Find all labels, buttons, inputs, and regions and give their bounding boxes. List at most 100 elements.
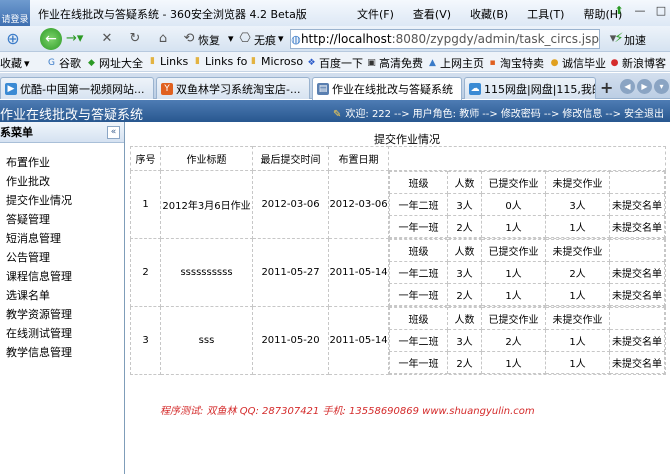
class-subtable: 班级 人数 已提交作业 未提交作业 一年二班 3人 2人 1人 未提交名单 一年… — [389, 307, 665, 374]
sub-header-action — [609, 307, 665, 330]
subtable-header-row: 班级 人数 已提交作业 未提交作业 — [389, 307, 665, 330]
paw-icon: ❖ — [307, 57, 316, 68]
bookmark-hao123[interactable]: ◆ 网址大全 — [86, 55, 143, 71]
browser-titlebar: 请登录 作业在线批改与答疑系统 - 360安全浏览器 4.2 Beta版 文件(… — [0, 0, 670, 26]
cloud-icon: ☁ — [469, 82, 481, 95]
tab-homework-system[interactable]: ▤ 作业在线批改与答疑系统 — [312, 77, 462, 100]
sidebar-item-teaching-info[interactable]: 教学信息管理 — [6, 344, 72, 360]
tab-label: 优酷-中国第一视频网站... — [20, 82, 145, 96]
bookmark-microsoft[interactable]: ▮ Microso — [248, 55, 303, 68]
tab-115-disk[interactable]: ☁ 115网盘|网盘|115,我的... — [464, 77, 596, 99]
sidebar-item-assign-homework[interactable]: 布置作业 — [6, 154, 50, 170]
cell-class-detail: 班级 人数 已提交作业 未提交作业 一年二班 3人 0人 3人 未提交名单 一年… — [388, 170, 666, 239]
cell-last-submit: 2011-05-27 — [252, 238, 329, 307]
sidebar-item-courses[interactable]: 课程信息管理 — [6, 268, 72, 284]
unsubmitted-list-link[interactable]: 未提交名单 — [609, 215, 665, 238]
welcome-text: 欢迎: 222 — [345, 109, 392, 120]
subtable-header-row: 班级 人数 已提交作业 未提交作业 — [389, 239, 665, 262]
tab-list-icon[interactable]: ▾ — [654, 79, 669, 94]
sidebar-item-submission-status[interactable]: 提交作业情况 — [6, 192, 72, 208]
new-tab-button[interactable]: + — [600, 78, 613, 97]
home-icon[interactable]: ⌂ — [154, 30, 172, 48]
back-arrow-icon: ← — [45, 31, 57, 47]
change-info-link[interactable]: 修改信息 — [562, 109, 602, 120]
sidebar-item-messages[interactable]: 短消息管理 — [6, 230, 61, 246]
accelerate-button[interactable]: 加速 — [624, 32, 646, 48]
bookmark-favorites[interactable]: 收藏 ▾ — [0, 55, 30, 71]
change-password-link[interactable]: 修改密码 — [501, 109, 541, 120]
class-submitted: 0人 — [481, 193, 546, 216]
unsubmitted-list-link[interactable]: 未提交名单 — [609, 261, 665, 284]
sidebar-item-announcements[interactable]: 公告管理 — [6, 249, 50, 265]
cell-no: 1 — [130, 170, 161, 239]
tab-youku[interactable]: ▶ 优酷-中国第一视频网站... — [0, 77, 154, 99]
tab-shuangyulin-shop[interactable]: Y 双鱼林学习系统淘宝店-... — [156, 77, 310, 99]
incognito-button[interactable]: 无痕 — [254, 32, 276, 48]
menu-view[interactable]: 查看(V) — [413, 6, 451, 22]
sidebar-item-enrollment-list[interactable]: 选课名单 — [6, 287, 50, 303]
folder-icon: ▮ — [150, 56, 155, 66]
role-text: 用户角色: 教师 — [412, 109, 480, 120]
tab-scroll-left-icon[interactable]: ◀ — [620, 79, 635, 94]
back-button[interactable]: ← — [40, 28, 62, 50]
class-count: 2人 — [447, 351, 482, 374]
collapse-icon[interactable]: « — [107, 126, 120, 139]
footer-credits: 程序测试: 双鱼林 QQ: 287307421 手机: 13558690869 … — [160, 406, 535, 417]
bookmark-baidu[interactable]: ❖ 百度一下 — [306, 55, 363, 71]
bookmark-homepage[interactable]: ▲ 上网主页 — [427, 55, 484, 71]
class-unsubmitted: 1人 — [545, 283, 610, 306]
bookmark-links[interactable]: ▮ Links — [147, 55, 188, 68]
class-name: 一年二班 — [389, 193, 448, 216]
sub-header-submitted: 已提交作业 — [481, 239, 546, 262]
cell-title: sss — [160, 306, 253, 375]
sidebar-item-grade-homework[interactable]: 作业批改 — [6, 173, 50, 189]
maximize-icon[interactable]: □ — [652, 3, 670, 19]
user-avatar[interactable]: 请登录 — [0, 0, 30, 26]
bookmark-google[interactable]: G 谷歌 — [46, 55, 81, 71]
google-icon: G — [48, 57, 55, 68]
menu-file[interactable]: 文件(F) — [357, 6, 394, 22]
sidebar-item-qa-management[interactable]: 答疑管理 — [6, 211, 50, 227]
table-header-row: 序号 作业标题 最后提交时间 布置日期 — [130, 146, 666, 171]
bookmark-links-for[interactable]: ▮ Links fo — [192, 55, 247, 68]
cell-class-detail: 班级 人数 已提交作业 未提交作业 一年二班 3人 2人 1人 未提交名单 一年… — [388, 306, 666, 375]
sub-header-action — [609, 239, 665, 262]
class-subtable: 班级 人数 已提交作业 未提交作业 一年二班 3人 0人 3人 未提交名单 一年… — [389, 171, 665, 238]
cell-last-submit: 2011-05-20 — [252, 306, 329, 375]
logout-link[interactable]: 安全退出 — [624, 109, 664, 120]
unsubmitted-list-link[interactable]: 未提交名单 — [609, 193, 665, 216]
sidebar-item-resources[interactable]: 教学资源管理 — [6, 306, 72, 322]
sidebar-item-online-tests[interactable]: 在线测试管理 — [6, 325, 72, 341]
bookmark-hd[interactable]: ▣ 高清免费 — [366, 55, 423, 71]
stop-icon[interactable]: ✕ — [98, 30, 116, 48]
class-row: 一年二班 3人 0人 3人 未提交名单 — [389, 193, 665, 216]
sidebar-menu: 系菜单 « 布置作业 作业批改 提交作业情况 答疑管理 短消息管理 公告管理 课… — [0, 122, 125, 474]
forward-button[interactable]: →▾ — [66, 31, 83, 46]
unsubmitted-list-link[interactable]: 未提交名单 — [609, 329, 665, 352]
menu-tools[interactable]: 工具(T) — [527, 6, 564, 22]
menu-favorites[interactable]: 收藏(B) — [470, 6, 508, 22]
bookmark-sina-blog[interactable]: ● 新浪博客 — [609, 55, 666, 71]
cell-class-detail: 班级 人数 已提交作业 未提交作业 一年二班 3人 1人 2人 未提交名单 一年… — [388, 238, 666, 307]
incognito-dropdown-icon[interactable]: ▾ — [278, 32, 284, 45]
minimize-icon[interactable]: — — [631, 3, 649, 19]
restore-button[interactable]: 恢复 — [198, 32, 220, 48]
window-controls: ⬆ — □ — [610, 3, 670, 19]
class-row: 一年一班 2人 1人 1人 未提交名单 — [389, 283, 665, 306]
tab-scroll-right-icon[interactable]: ▶ — [637, 79, 652, 94]
unsubmitted-list-link[interactable]: 未提交名单 — [609, 283, 665, 306]
address-bar[interactable]: ◍ http://localhost:8080/zypgdy/admin/tas… — [290, 29, 600, 49]
class-row: 一年二班 3人 1人 2人 未提交名单 — [389, 261, 665, 284]
restore-dropdown-icon[interactable]: ▾ — [228, 32, 234, 45]
bookmark-taobao[interactable]: ▪ 淘宝特卖 — [487, 55, 544, 71]
class-count: 3人 — [447, 329, 482, 352]
shield-icon[interactable]: ⬆ — [610, 3, 628, 19]
class-submitted: 1人 — [481, 215, 546, 238]
refresh-icon[interactable]: ↻ — [126, 30, 144, 48]
header-assign-date: 布置日期 — [328, 146, 389, 171]
bookmark-graduation[interactable]: ● 诚信毕业 — [549, 55, 606, 71]
address-url[interactable]: http://localhost:8080/zypgdy/admin/task_… — [301, 32, 599, 46]
sidebar-title: 系菜单 — [0, 126, 33, 139]
unsubmitted-list-link[interactable]: 未提交名单 — [609, 351, 665, 374]
taobao-icon: ▪ — [489, 57, 496, 68]
